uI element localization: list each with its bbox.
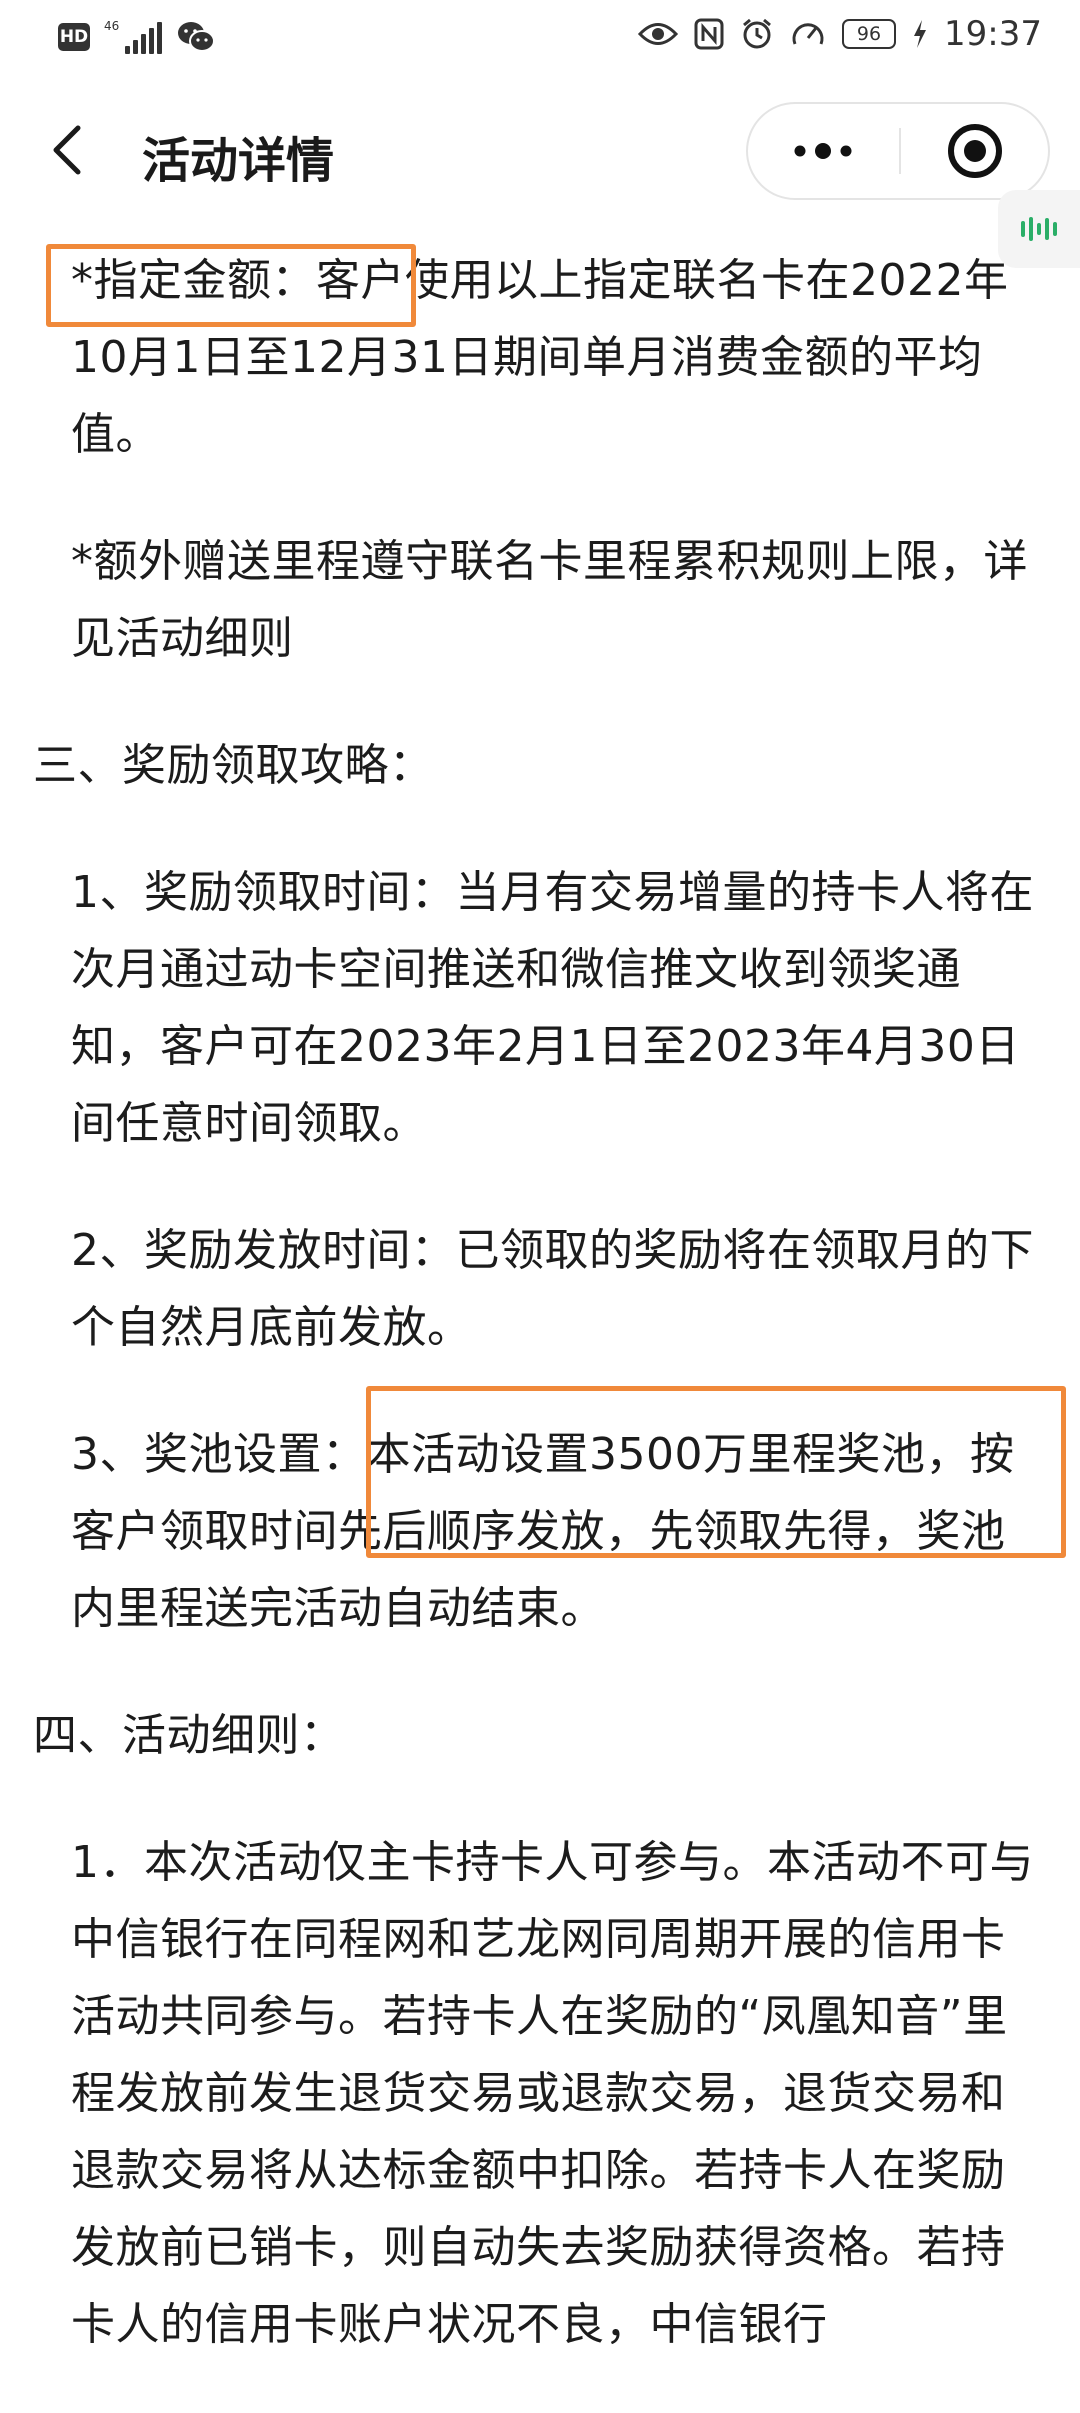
alarm-icon: [743, 18, 771, 49]
capsule-divider: [899, 128, 901, 174]
status-left: HD 46: [58, 20, 216, 54]
status-right: 96 19:37: [638, 14, 1042, 54]
audio-wave-icon: [1021, 217, 1057, 241]
page-title: 活动详情: [142, 133, 335, 189]
hd-badge: HD: [58, 23, 90, 51]
paragraph-rule-1: 1．本次活动仅主卡持卡人可参与。本活动不可与中信银行在同程网和艺龙网同周期开展的…: [71, 1837, 1034, 2350]
more-button[interactable]: [748, 104, 898, 198]
paragraph-prize-pool: 3、奖池设置：本活动设置3500万里程奖池，按客户领取时间先后顺序发放，先领取先…: [71, 1429, 1015, 1634]
clock-time: 19:37: [944, 14, 1042, 54]
paragraph-specified-amount: *指定金额：客户使用以上指定联名卡在2022年10月1日至12月31日期间单月消…: [71, 255, 1009, 460]
paragraph-claim-time: 1、奖励领取时间：当月有交易增量的持卡人将在次月通过动卡空间推送和微信推文收到领…: [71, 867, 1034, 1149]
miniprogram-capsule: [746, 102, 1050, 200]
nav-bar: 活动详情: [0, 76, 1080, 226]
status-bar: HD 46 96 19:37: [0, 0, 1080, 76]
chevron-left-icon: [53, 125, 81, 175]
more-dots-icon: [794, 143, 852, 159]
signal-icon: 46: [104, 19, 163, 54]
section-heading-reward-guide: 三、奖励领取攻略：: [33, 740, 434, 791]
target-close-icon: [948, 124, 1002, 178]
close-button[interactable]: [902, 104, 1048, 198]
paragraph-issue-time: 2、奖励发放时间：已领取的奖励将在领取月的下个自然月底前发放。: [71, 1225, 1034, 1353]
charging-bolt-icon: [914, 20, 927, 48]
speedometer-icon: [792, 23, 824, 45]
nfc-icon: [694, 18, 724, 50]
back-button[interactable]: [40, 114, 100, 186]
section-heading-rules: 四、活动细则：: [33, 1710, 345, 1761]
network-label: 46: [104, 19, 120, 33]
wechat-icon: [178, 22, 216, 52]
article-content: *指定金额：客户使用以上指定联名卡在2022年10月1日至12月31日期间单月消…: [33, 242, 1048, 2413]
eye-icon: [638, 23, 679, 45]
paragraph-extra-mileage: *额外赠送里程遵守联名卡里程累积规则上限，详见活动细则: [71, 536, 1028, 664]
battery-indicator: 96: [842, 19, 897, 49]
